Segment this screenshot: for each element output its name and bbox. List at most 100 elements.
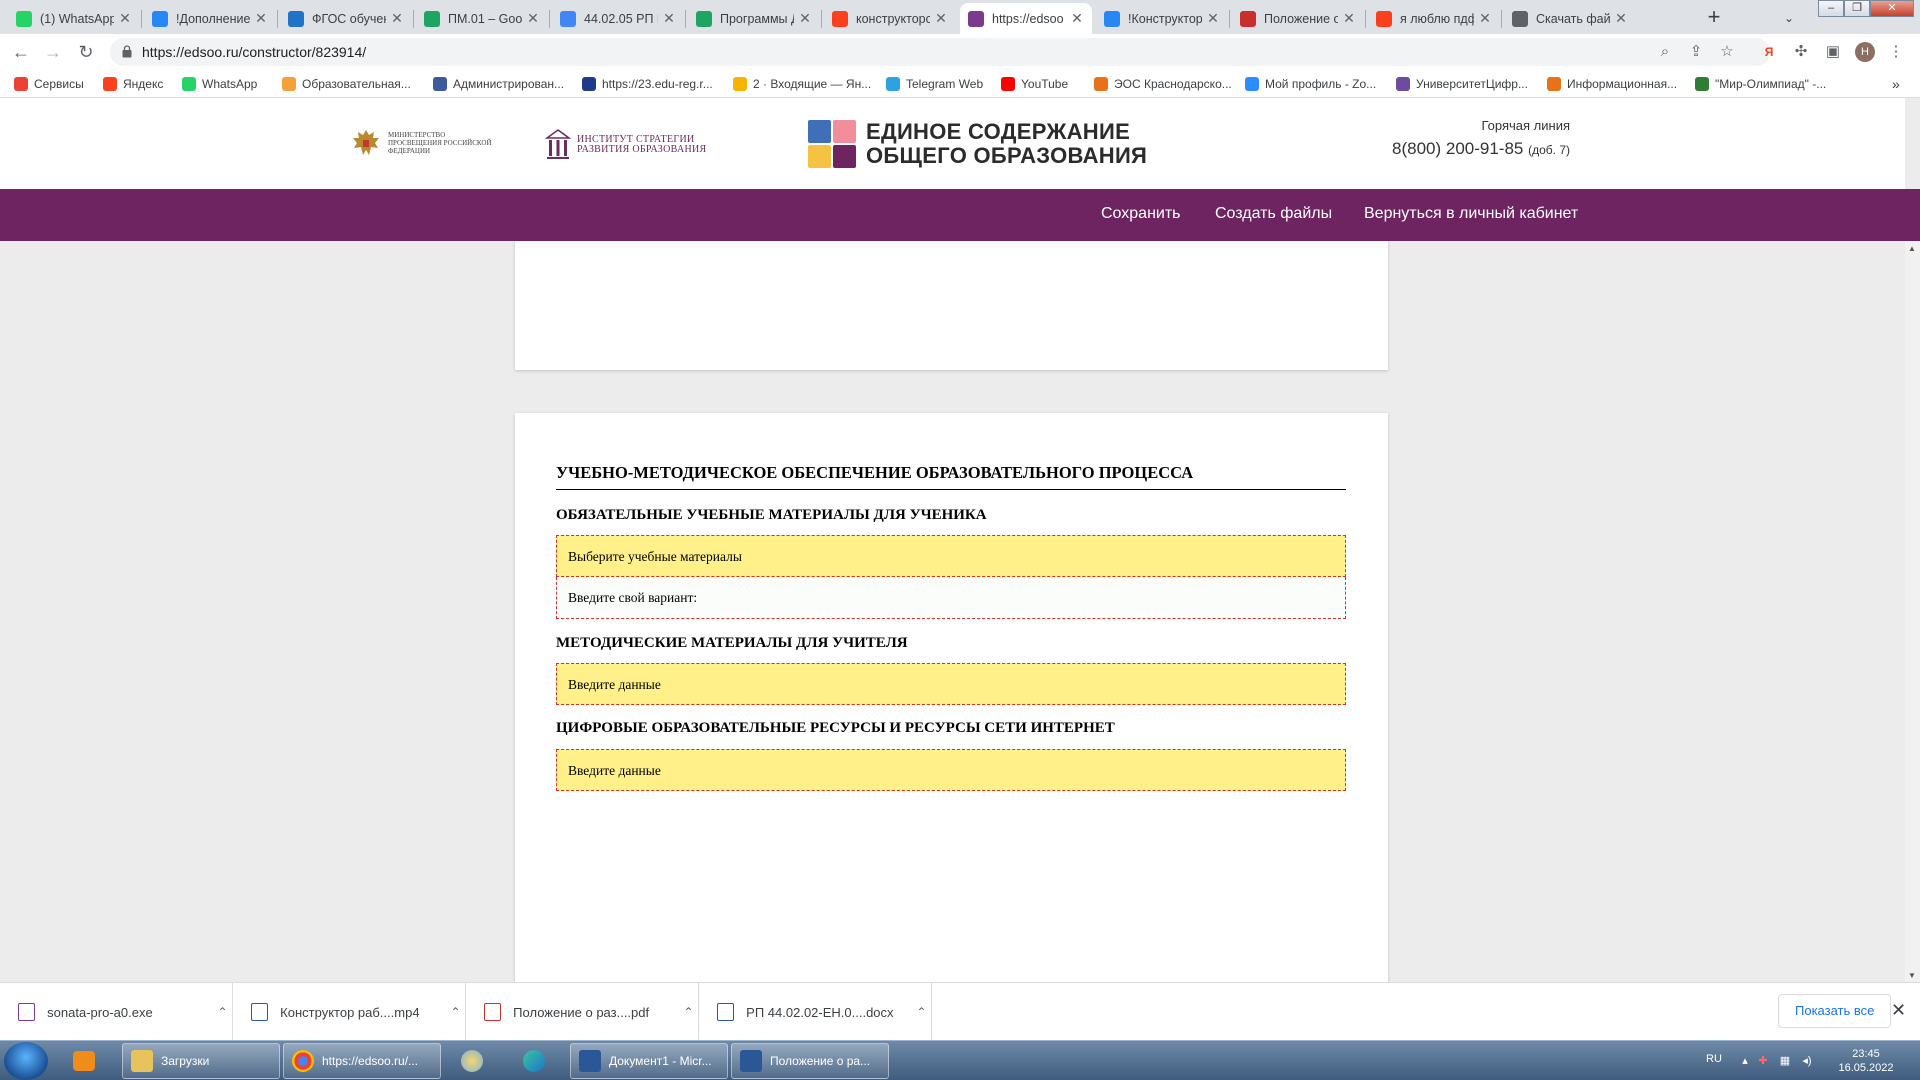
ministry-name: Министерство просвещения Российской Феде… — [388, 131, 492, 155]
lock-icon[interactable] — [122, 45, 132, 58]
institute-logo[interactable]: Институт стратегии развития образования — [545, 128, 737, 162]
language-indicator[interactable]: RU — [1706, 1053, 1722, 1065]
teacher-materials-input[interactable]: Введите данные — [556, 663, 1346, 705]
bookmark-item[interactable]: Образовательная... — [282, 75, 411, 93]
close-tab-icon[interactable]: ✕ — [390, 10, 404, 27]
browser-tab[interactable]: ПМ.01 – Goog ✕ — [416, 3, 548, 34]
download-options-chevron-icon[interactable]: ⌃ — [679, 1005, 698, 1019]
tab-search-button[interactable]: ⌄ — [1776, 6, 1802, 30]
yandex-extension-icon[interactable]: Я — [1758, 41, 1780, 63]
taskbar-window-word-document1[interactable]: Документ1 - Micr... — [570, 1043, 728, 1079]
download-options-chevron-icon[interactable]: ⌃ — [446, 1005, 465, 1019]
side-panel-icon[interactable]: ▣ — [1822, 41, 1844, 63]
bookmark-item[interactable]: Администрирован... — [433, 75, 564, 93]
close-window-button[interactable]: ✕ — [1870, 0, 1914, 17]
browser-tab[interactable]: Положение о ✕ — [1232, 3, 1364, 34]
bookmark-item[interactable]: Яндекс — [103, 75, 163, 93]
back-to-account-link[interactable]: Вернуться в личный кабинет — [1364, 205, 1578, 223]
browser-tab[interactable]: я люблю пдф ✕ — [1368, 3, 1500, 34]
bookmark-item[interactable]: Сервисы — [14, 75, 84, 93]
browser-tab[interactable]: (1) WhatsApp ✕ — [8, 3, 140, 34]
hotline: Горячая линия 8(800) 200-91-85 (доб. 7) — [1392, 118, 1570, 159]
browser-tab[interactable]: !Дополнение ✕ — [144, 3, 276, 34]
student-materials-custom-input[interactable]: Введите свой вариант: — [556, 577, 1346, 619]
bookmark-item[interactable]: YouTube — [1001, 75, 1068, 93]
browser-tab[interactable]: конструкторс ✕ — [824, 3, 956, 34]
close-tab-icon[interactable]: ✕ — [1206, 10, 1220, 27]
bookmark-item[interactable]: "Мир-Олимпиад" -... — [1695, 75, 1826, 93]
tray-security-icon[interactable]: ✚ — [1756, 1054, 1770, 1068]
download-options-chevron-icon[interactable]: ⌃ — [213, 1005, 232, 1019]
back-button[interactable]: ← — [9, 40, 33, 64]
media-player-pin-icon[interactable] — [58, 1044, 112, 1078]
ministry-logo[interactable]: Министерство просвещения Российской Феде… — [350, 128, 498, 158]
paint-pin-icon[interactable] — [446, 1044, 500, 1078]
browser-tab[interactable]: Скачать файл ✕ — [1504, 3, 1636, 34]
scroll-down-arrow-icon[interactable]: ▼ — [1908, 971, 1916, 980]
share-icon[interactable]: ⇪ — [1685, 41, 1707, 63]
bookmark-item[interactable]: Telegram Web — [886, 75, 983, 93]
bookmark-item[interactable]: https://23.edu-reg.r... — [582, 75, 713, 93]
more-bookmarks-icon[interactable]: » — [1892, 75, 1900, 93]
close-tab-icon[interactable]: ✕ — [798, 10, 812, 27]
start-button[interactable] — [4, 1042, 48, 1080]
reload-button[interactable]: ↻ — [74, 40, 98, 64]
close-downloads-bar-icon[interactable]: ✕ — [1891, 1000, 1906, 1021]
tray-volume-icon[interactable]: ◂) — [1800, 1054, 1814, 1068]
bookmark-item[interactable]: Мой профиль - Zo... — [1245, 75, 1376, 93]
download-item[interactable]: Положение о раз....pdf ⌃ — [466, 983, 699, 1041]
browser-tab[interactable]: ФГОС обучени ✕ — [280, 3, 412, 34]
close-tab-icon[interactable]: ✕ — [1478, 10, 1492, 27]
system-clock[interactable]: 23:45 16.05.2022 — [1836, 1047, 1896, 1075]
student-materials-select[interactable]: Выберите учебные материалы — [556, 535, 1346, 577]
browser-tab[interactable]: Программы Д ✕ — [688, 3, 820, 34]
minimize-button[interactable]: – — [1818, 0, 1844, 17]
bookmark-item[interactable]: 2 · Входящие — Ян... — [733, 75, 871, 93]
digital-resources-input[interactable]: Введите данные — [556, 749, 1346, 791]
maximize-button[interactable]: ❐ — [1844, 0, 1870, 17]
download-item[interactable]: Конструктор раб....mp4 ⌃ — [233, 983, 466, 1041]
browser-tab[interactable]: !Конструктор ✕ — [1096, 3, 1228, 34]
taskbar-window-word-polozhenie[interactable]: Положение о ра... — [731, 1043, 889, 1079]
zoom-icon[interactable]: ⌕ — [1654, 41, 1676, 63]
browser-tab[interactable]: 44.02.05 РП М ✕ — [552, 3, 684, 34]
extensions-puzzle-icon[interactable]: ✣ — [1790, 41, 1812, 63]
edge-pin-icon[interactable] — [508, 1044, 562, 1078]
create-files-button[interactable]: Создать файлы — [1215, 205, 1332, 223]
url-text[interactable]: https://edsoo.ru/constructor/823914/ — [142, 44, 366, 60]
download-item[interactable]: sonata-pro-a0.exe ⌃ — [0, 983, 233, 1041]
bookmark-star-icon[interactable]: ☆ — [1716, 41, 1738, 63]
bookmark-item[interactable]: WhatsApp — [182, 75, 257, 93]
hotline-phone[interactable]: 8(800) 200-91-85 (доб. 7) — [1392, 139, 1570, 159]
show-all-downloads-button[interactable]: Показать все — [1778, 994, 1892, 1028]
taskbar-window-downloads[interactable]: Загрузки — [122, 1043, 280, 1079]
edsoo-logo[interactable]: ЕДИНОЕ СОДЕРЖАНИЕ ОБЩЕГО ОБРАЗОВАНИЯ — [808, 120, 1147, 168]
taskbar-window-chrome[interactable]: https://edsoo.ru/... — [283, 1043, 441, 1079]
bookmark-item[interactable]: УниверситетЦифр... — [1396, 75, 1528, 93]
scroll-up-arrow-icon[interactable]: ▲ — [1908, 244, 1916, 253]
profile-avatar[interactable]: Н — [1855, 42, 1875, 62]
close-tab-icon[interactable]: ✕ — [1614, 10, 1628, 27]
bookmark-item[interactable]: Информационная... — [1547, 75, 1677, 93]
bookmark-item[interactable]: ЭОС Краснодарско... — [1094, 75, 1232, 93]
bookmark-label: Образовательная... — [302, 77, 411, 91]
save-button[interactable]: Сохранить — [1101, 205, 1181, 223]
close-tab-icon[interactable]: ✕ — [934, 10, 948, 27]
tray-network-icon[interactable]: ▦ — [1778, 1054, 1792, 1068]
close-tab-icon[interactable]: ✕ — [662, 10, 676, 27]
close-tab-icon[interactable]: ✕ — [118, 10, 132, 27]
download-options-chevron-icon[interactable]: ⌃ — [912, 1005, 931, 1019]
page-scrollbar[interactable]: ▲ ▼ — [1905, 241, 1920, 982]
new-tab-button[interactable]: + — [1700, 4, 1728, 32]
address-bar[interactable]: https://edsoo.ru/constructor/823914/ ⌕ ⇪… — [110, 38, 1770, 66]
download-item[interactable]: РП 44.02.02-ЕН.0....docx ⌃ — [699, 983, 932, 1041]
hotline-phone-number[interactable]: 8(800) 200-91-85 — [1392, 139, 1523, 158]
tray-expand-icon[interactable]: ▴ — [1738, 1054, 1752, 1068]
close-tab-icon[interactable]: ✕ — [254, 10, 268, 27]
browser-tab[interactable]: https://edsoo ✕ — [960, 3, 1092, 34]
close-tab-icon[interactable]: ✕ — [1070, 10, 1084, 27]
forward-button[interactable]: → — [41, 40, 65, 64]
close-tab-icon[interactable]: ✕ — [526, 10, 540, 27]
close-tab-icon[interactable]: ✕ — [1342, 10, 1356, 27]
chrome-menu-icon[interactable]: ⋮ — [1885, 41, 1907, 63]
